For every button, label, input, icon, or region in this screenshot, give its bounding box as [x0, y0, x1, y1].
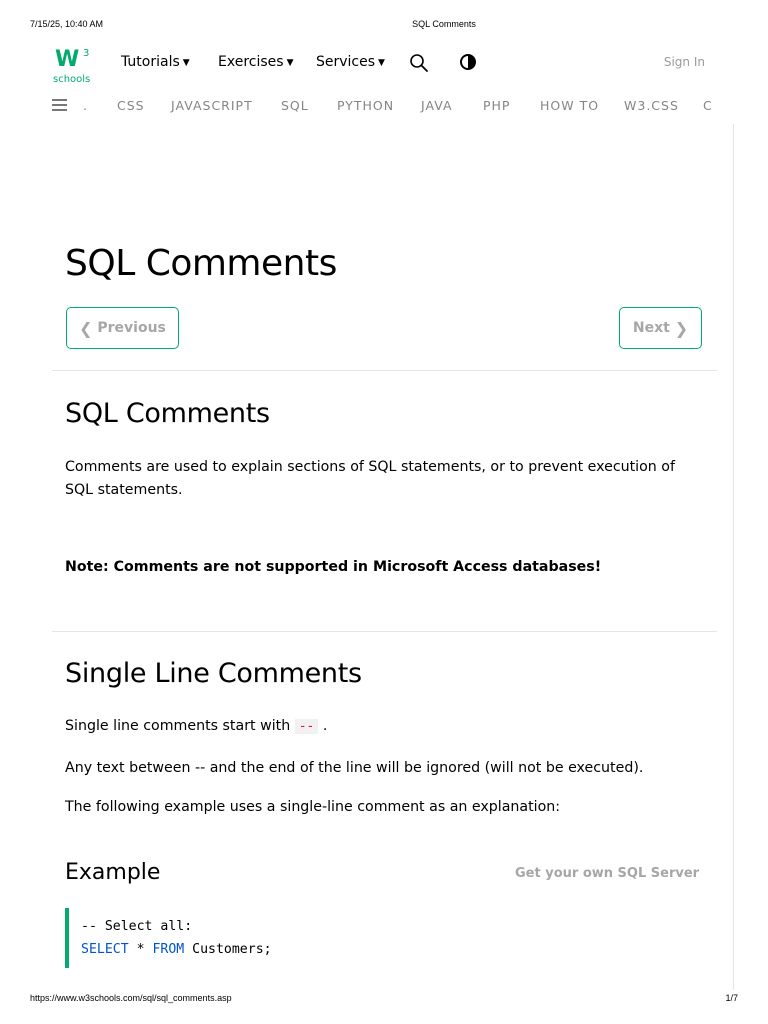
- w3schools-logo[interactable]: W 3 schools: [52, 44, 92, 84]
- svg-text:schools: schools: [53, 74, 90, 84]
- get-sql-server-link[interactable]: Get your own SQL Server: [515, 866, 699, 881]
- subnav-item-php[interactable]: PHP: [483, 98, 510, 113]
- divider: [52, 631, 717, 632]
- svg-text:W: W: [55, 47, 79, 72]
- exercises-menu[interactable]: Exercises ▼: [218, 54, 293, 70]
- code-comment-line: -- Select all:: [81, 919, 193, 934]
- subnav-item-sql[interactable]: SQL: [281, 98, 309, 113]
- services-label: Services: [316, 54, 376, 70]
- access-note: Note: Comments are not supported in Micr…: [65, 559, 602, 575]
- print-footer: https://www.w3schools.com/sql/sql_commen…: [0, 993, 768, 1007]
- caret-down-icon: ▼: [286, 58, 294, 68]
- subnav-item-partial[interactable]: .: [83, 98, 88, 113]
- keyword-from: FROM: [152, 942, 185, 957]
- previous-button[interactable]: ❮ Previous: [66, 307, 179, 349]
- example-heading: Example: [65, 860, 161, 885]
- language-nav: . CSS JAVASCRIPT SQL PYTHON JAVA PHP HOW…: [0, 94, 768, 118]
- code-star: *: [128, 942, 153, 957]
- code-select-line: SELECT * FROM Customers;: [81, 938, 705, 961]
- intro-text-after: .: [322, 718, 328, 734]
- subnav-item-w3css[interactable]: W3.CSS: [624, 98, 679, 113]
- single-line-example-intro: The following example uses a single-line…: [65, 799, 561, 815]
- tutorials-label: Tutorials: [121, 54, 180, 70]
- tutorials-menu[interactable]: Tutorials ▼: [121, 54, 190, 70]
- search-icon[interactable]: [409, 53, 429, 73]
- chevron-right-icon: ❯: [674, 318, 689, 338]
- chevron-left-icon: ❮: [79, 318, 93, 338]
- section-intro-text: Comments are used to explain sections of…: [65, 459, 675, 498]
- code-example: -- Select all: SELECT * FROM Customers;: [65, 908, 705, 968]
- code-table: Customers;: [184, 942, 272, 957]
- section-heading-single-line: Single Line Comments: [65, 658, 362, 689]
- subnav-item-c[interactable]: C: [703, 98, 713, 113]
- subnav-item-python[interactable]: PYTHON: [337, 98, 394, 113]
- single-line-intro: Single line comments start with -- .: [65, 715, 705, 738]
- svg-text:3: 3: [83, 48, 89, 59]
- section-heading-sql-comments: SQL Comments: [65, 398, 270, 429]
- divider: [52, 370, 717, 371]
- top-navbar: W 3 schools Tutorials ▼ Exercises ▼ Servic…: [0, 40, 768, 86]
- caret-down-icon: ▼: [378, 58, 385, 68]
- inline-code: --: [294, 719, 319, 734]
- logo-mark: W 3 schools: [53, 47, 90, 84]
- caret-down-icon: ▼: [182, 58, 190, 68]
- print-header: 7/15/25, 10:40 AM SQL Comments: [0, 19, 768, 33]
- print-page-number: 1/7: [725, 993, 738, 1003]
- subnav-item-css[interactable]: CSS: [117, 98, 145, 113]
- subnav-item-java[interactable]: JAVA: [421, 98, 453, 113]
- hamburger-menu-icon[interactable]: [52, 99, 67, 111]
- single-line-explain: Any text between -- and the end of the l…: [65, 760, 644, 776]
- next-label: Next: [632, 320, 670, 336]
- scrollbar-track: [733, 124, 734, 990]
- next-button[interactable]: Next ❯: [619, 307, 702, 349]
- previous-label: Previous: [97, 320, 166, 336]
- exercises-label: Exercises: [218, 54, 284, 70]
- keyword-select: SELECT: [81, 942, 129, 957]
- contrast-icon[interactable]: [459, 53, 479, 73]
- subnav-item-javascript[interactable]: JAVASCRIPT: [171, 98, 253, 113]
- print-url: https://www.w3schools.com/sql/sql_commen…: [30, 993, 232, 1003]
- subnav-item-howto[interactable]: HOW TO: [540, 98, 599, 113]
- sign-in-link[interactable]: Sign In: [664, 55, 705, 69]
- services-menu[interactable]: Services ▼: [316, 54, 385, 70]
- print-title: SQL Comments: [412, 19, 476, 29]
- intro-text-before: Single line comments start with: [65, 718, 291, 734]
- page-title: SQL Comments: [65, 243, 337, 284]
